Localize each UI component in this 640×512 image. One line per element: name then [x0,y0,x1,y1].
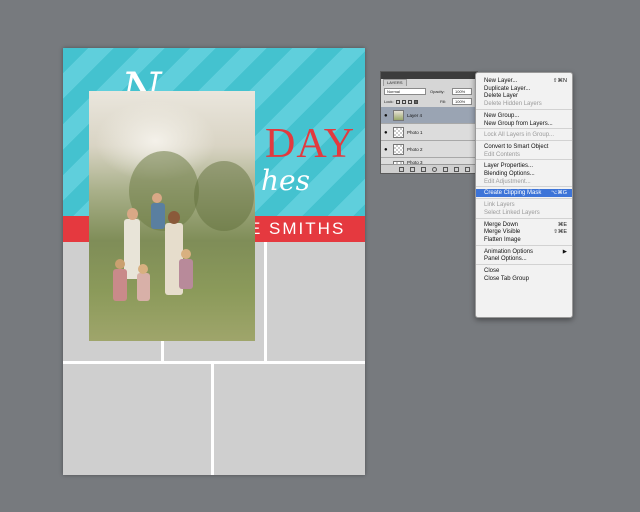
layers-tab[interactable]: LAYERS [383,79,407,86]
blend-mode-select[interactable]: Normal [384,88,426,95]
person-head [138,264,148,274]
fill-label: Fill: [440,99,447,104]
lock-transparent-icon[interactable] [396,100,400,104]
folder-icon[interactable] [443,167,448,172]
blend-row: Normal Opacity: 100% [384,88,476,96]
menu-item-label: Delete Layer [484,93,519,100]
menu-item-label: New Layer... [484,78,518,84]
menu-item[interactable]: Close Tab Group [476,275,572,283]
menu-item-label: Edit Contents [484,151,521,158]
menu-item-label: New Group from Layers... [484,120,553,127]
menu-item-label: Select Linked Layers [484,209,540,216]
layer-thumbnail [393,144,404,155]
layer-name: Layer 4 [407,113,423,118]
person-head [152,193,162,203]
opacity-field[interactable]: 100% [452,88,472,95]
menu-separator [476,264,572,265]
layer-thumbnail [393,127,404,138]
person-figure [137,273,150,301]
menu-item[interactable]: Panel Options... [476,255,572,263]
person-figure [113,269,127,301]
family-photo[interactable] [89,91,255,341]
menu-item: Edit Contents [476,151,572,159]
opacity-label: Opacity: [430,89,445,94]
menu-separator [476,139,572,141]
tree-shape [194,161,254,231]
layer-row[interactable]: ● Layer 4 [381,107,477,124]
eye-icon[interactable]: ● [384,113,388,119]
menu-item-label: Edit Adjustment... [484,178,531,185]
adjustment-icon[interactable] [432,167,437,172]
menu-item[interactable]: Create Clipping Mask ⌥⌘G [476,189,572,198]
lock-row: Lock: Fill: 100% [384,98,476,106]
menu-item-label: Delete Hidden Layers [484,101,542,108]
title-day-text: DAY [265,121,356,167]
menu-item-label: Create Clipping Mask [484,190,542,197]
menu-separator [476,159,572,161]
person-head [115,259,125,269]
menu-item-label: Close Tab Group [484,275,529,282]
lock-image-icon[interactable] [402,100,406,104]
layer-name: Photo 2 [407,147,423,152]
layer-name: Photo 1 [407,130,423,135]
name-band-text: E SMITHS [249,219,346,238]
menu-item: Delete Hidden Layers [476,100,572,108]
layer-thumbnail [393,110,404,121]
menu-item-label: Duplicate Layer... [484,85,531,92]
menu-item-label: Lock All Layers in Group... [484,132,555,139]
title-wishes-text: hes [261,164,310,197]
lock-label: Lock: [384,99,394,104]
menu-item-shortcut: ⌥⌘G [550,190,567,197]
person-head [168,211,180,224]
grid-divider-horizontal [63,361,365,364]
document-canvas[interactable]: N DAY hes E SMITHS [63,48,365,475]
menu-item-label: Merge Down [484,221,519,228]
menu-item-label: Flatten Image [484,236,521,243]
menu-item-label: Blending Options... [484,171,535,177]
layer-row[interactable]: ● Photo 1 [381,124,477,141]
grid-divider-vertical-top [264,242,267,362]
link-icon[interactable] [399,167,404,172]
menu-item-label: Close [484,268,500,274]
lock-position-icon[interactable] [408,100,412,104]
eye-icon[interactable]: ● [384,130,388,136]
menu-separator [476,217,572,219]
menu-item: Edit Adjustment... [476,178,572,186]
layers-panel-titlebar[interactable] [381,72,477,79]
fx-icon[interactable] [410,167,415,172]
menu-item-label: Merge Visible [484,229,521,236]
eye-icon[interactable]: ● [384,147,388,153]
new-layer-icon[interactable] [454,167,459,172]
menu-separator [476,244,572,246]
menu-item: Select Linked Layers [476,209,572,217]
menu-item[interactable]: New Group from Layers... [476,120,572,128]
layer-row[interactable]: ● Photo 2 [381,141,477,158]
layers-panel-menu[interactable]: New Layer... ⇧⌘N Duplicate Layer... Delete … [475,72,573,318]
grid-divider-vertical-left [161,341,164,363]
menu-separator [476,198,572,200]
menu-item[interactable]: Flatten Image [476,236,572,244]
trash-icon[interactable] [465,167,470,172]
menu-item: Lock All Layers in Group... [476,131,572,139]
menu-separator [476,108,572,110]
person-head [127,208,138,220]
layers-panel[interactable]: LAYERS Normal Opacity: 100% Lock: Fill: … [380,71,478,174]
menu-item-label: New Group... [484,112,520,119]
grid-divider-vertical-bottom [211,364,214,475]
person-figure [179,259,193,289]
menu-item-label: Link Layers [484,202,515,209]
layers-panel-footer [381,164,477,173]
menu-item-label: Panel Options... [484,256,527,263]
fill-field[interactable]: 100% [452,98,472,105]
menu-item-label: Animation Options [484,248,534,255]
menu-item-label: Convert to Smart Object [484,143,549,150]
person-head [181,249,191,259]
menu-item-label: Layer Properties... [484,163,534,170]
mask-icon[interactable] [421,167,426,172]
lock-all-icon[interactable] [414,100,418,104]
menu-separator [476,128,572,130]
menu-separator [476,186,572,188]
person-figure [151,203,165,229]
